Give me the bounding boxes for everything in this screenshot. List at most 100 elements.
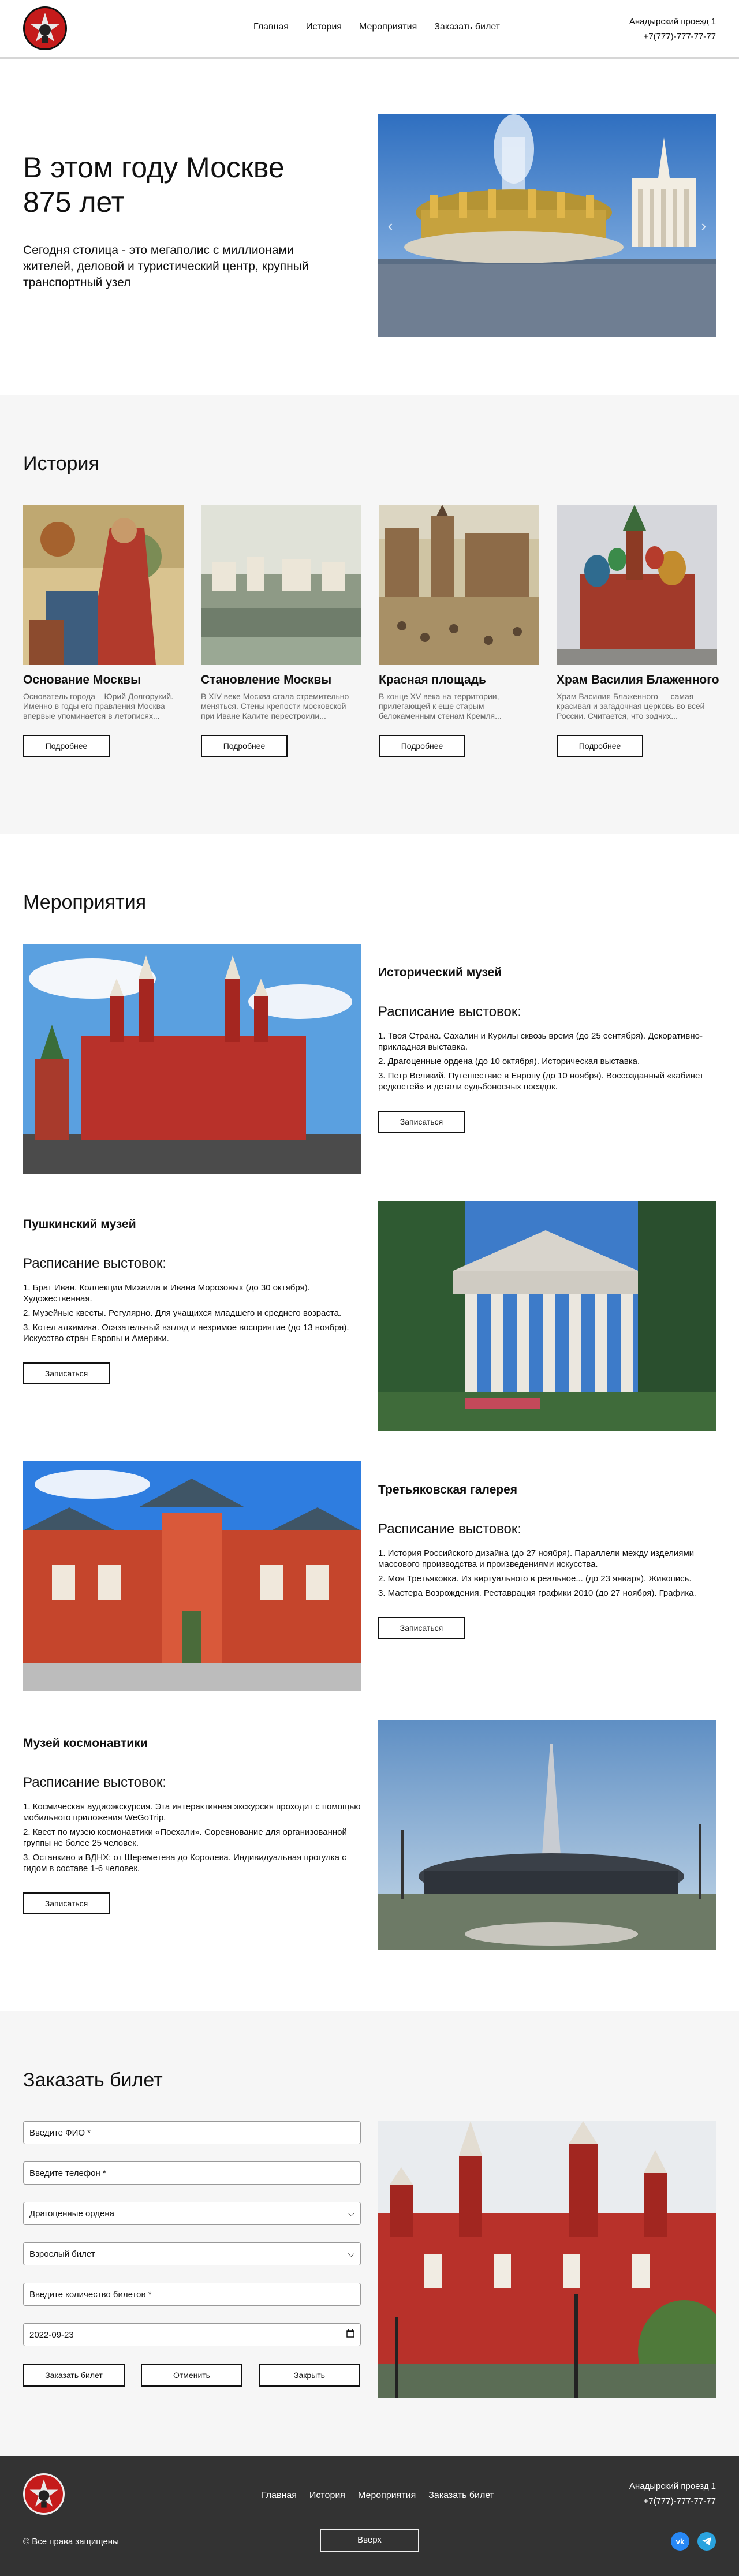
telegram-icon[interactable] — [697, 2532, 716, 2551]
slider-prev-icon[interactable]: ‹ — [383, 218, 398, 233]
history-card: Красная площадь В конце XV века на терри… — [379, 505, 539, 757]
hero-section: В этом году Москве 875 лет Сегодня столи… — [0, 59, 739, 395]
header-address: Анадырский проезд 1 — [629, 17, 716, 27]
date-input-value: 2022-09-23 — [29, 2329, 74, 2340]
footer-nav: Главная История Мероприятия Заказать бил… — [262, 2491, 494, 2501]
phone-input[interactable]: Введите телефон * — [23, 2161, 361, 2185]
ticket-type-value: Взрослый билет — [29, 2249, 95, 2259]
history-card-text: Храм Василия Блаженного — самая красивая… — [557, 692, 705, 720]
history-card-image — [379, 505, 539, 665]
event-schedule-item: 3. Котел алхимика. Осязательный взгляд и… — [23, 1323, 349, 1343]
footer-link-order[interactable]: Заказать билет — [428, 2491, 494, 2501]
scroll-up-button[interactable]: Вверх — [320, 2529, 419, 2552]
event-schedule-list: 1. Брат Иван. Коллекции Михаила и Ивана … — [23, 1282, 361, 1344]
footer-link-home[interactable]: Главная — [262, 2491, 297, 2501]
vk-icon[interactable]: vk — [671, 2532, 689, 2551]
main-nav: Главная История Мероприятия Заказать бил… — [253, 22, 500, 32]
event-schedule-item: 2. Квест по музею космонавтики «Поехали»… — [23, 1827, 347, 1848]
social-links: vk — [671, 2532, 716, 2551]
nav-link-order[interactable]: Заказать билет — [434, 22, 500, 32]
event-item: Третьяковская галерея Расписание выстово… — [23, 1461, 716, 1691]
event-select-value: Драгоценные ордена — [29, 2208, 115, 2219]
order-buttons: Заказать билет Отменить Закрыть — [23, 2364, 361, 2387]
fountain-photo — [378, 114, 716, 337]
header-phone[interactable]: +7(777)-777-77-77 — [629, 29, 716, 44]
name-input[interactable]: Введите ФИО * — [23, 2121, 361, 2144]
chevron-down-icon: ⌵ — [348, 2249, 354, 2259]
event-details: Пушкинский музей Расписание выстовок: 1.… — [23, 1218, 361, 1384]
history-card-title: Основание Москвы — [23, 673, 141, 686]
event-schedule-item: 1. История Российского дизайна (до 27 но… — [378, 1548, 695, 1569]
event-image — [23, 1461, 361, 1691]
event-image — [23, 944, 361, 1174]
site-footer: Главная История Мероприятия Заказать бил… — [0, 2456, 739, 2576]
date-input[interactable]: 2022-09-23 — [23, 2323, 361, 2346]
hero-title: В этом году Москве 875 лет — [23, 151, 285, 218]
history-card-text: В конце XV века на территории, прилегающ… — [379, 692, 502, 720]
event-schedule-title: Расписание выстовок: — [23, 1256, 167, 1271]
event-select[interactable]: Драгоценные ордена ⌵ — [23, 2202, 361, 2225]
history-card: Храм Василия Блаженного Храм Василия Бла… — [557, 505, 719, 757]
order-form: Введите ФИО * Введите телефон * Драгоцен… — [23, 2121, 361, 2387]
footer-link-events[interactable]: Мероприятия — [358, 2491, 416, 2501]
ticket-count-input[interactable]: Введите количество билетов * — [23, 2283, 361, 2306]
calendar-icon[interactable] — [346, 2329, 354, 2340]
event-signup-button[interactable]: Записаться — [23, 1892, 110, 1914]
events-section: Мероприятия Исторический музей Расписани… — [0, 834, 739, 2011]
history-card-title: Становление Москвы — [201, 673, 332, 686]
footer-logo-image[interactable] — [23, 2473, 65, 2515]
order-close-button[interactable]: Закрыть — [259, 2364, 360, 2387]
footer-contacts: Анадырский проезд 1 +7(777)-777-77-77 — [629, 2479, 716, 2509]
history-card: Становление Москвы В XIV веке Москва ста… — [201, 505, 361, 757]
slider-next-icon[interactable]: › — [696, 218, 711, 233]
event-signup-button[interactable]: Записаться — [378, 1111, 465, 1133]
event-details: Исторический музей Расписание выстовок: … — [378, 966, 716, 1133]
history-section: История Основание Москвы Основатель горо… — [0, 395, 739, 834]
hero-slider[interactable]: ‹ › — [378, 114, 716, 337]
event-signup-button[interactable]: Записаться — [23, 1362, 110, 1384]
event-name: Исторический музей — [378, 966, 502, 979]
history-card-title: Красная площадь — [379, 673, 486, 686]
history-card: Основание Москвы Основатель города – Юри… — [23, 505, 184, 757]
event-item: Музей космонавтики Расписание выстовок: … — [23, 1720, 716, 1950]
order-cancel-button[interactable]: Отменить — [141, 2364, 242, 2387]
event-schedule-item: 1. Твоя Страна. Сахалин и Курилы сквозь … — [378, 1031, 703, 1052]
header-contacts: Анадырский проезд 1 +7(777)-777-77-77 — [629, 12, 716, 44]
event-schedule-title: Расписание выстовок: — [23, 1775, 167, 1790]
footer-link-history[interactable]: История — [309, 2491, 345, 2501]
site-header: Главная История Мероприятия Заказать бил… — [0, 0, 739, 59]
nav-link-home[interactable]: Главная — [253, 22, 289, 32]
nav-link-history[interactable]: История — [306, 22, 342, 32]
order-title: Заказать билет — [23, 2069, 163, 2091]
event-name: Третьяковская галерея — [378, 1483, 518, 1496]
event-schedule-title: Расписание выстовок: — [378, 1004, 522, 1020]
order-image — [378, 2121, 716, 2398]
event-schedule-item: 3. Мастера Возрождения. Реставрация граф… — [378, 1588, 696, 1598]
event-schedule-list: 1. Космическая аудиоэкскурсия. Эта интер… — [23, 1801, 361, 1874]
event-schedule-item: 3. Петр Великий. Путешествие в Европу (д… — [378, 1071, 704, 1092]
copyright-text: © Все права защищены — [23, 2537, 119, 2547]
history-card-image — [557, 505, 717, 665]
event-schedule-list: 1. История Российского дизайна (до 27 но… — [378, 1548, 716, 1599]
history-card-more-button[interactable]: Подробнее — [23, 735, 110, 757]
event-item: Исторический музей Расписание выстовок: … — [23, 944, 716, 1174]
history-card-text: Основатель города – Юрий Долгорукий. Име… — [23, 692, 174, 720]
event-details: Третьяковская галерея Расписание выстово… — [378, 1483, 716, 1639]
event-schedule-title: Расписание выстовок: — [378, 1521, 522, 1537]
history-card-more-button[interactable]: Подробнее — [379, 735, 465, 757]
history-card-more-button[interactable]: Подробнее — [201, 735, 288, 757]
event-schedule-list: 1. Твоя Страна. Сахалин и Курилы сквозь … — [378, 1031, 716, 1092]
event-details: Музей космонавтики Расписание выстовок: … — [23, 1737, 361, 1914]
footer-phone[interactable]: +7(777)-777-77-77 — [629, 2494, 716, 2509]
logo-image[interactable] — [23, 6, 67, 50]
history-card-image — [23, 505, 184, 665]
order-submit-button[interactable]: Заказать билет — [23, 2364, 125, 2387]
event-schedule-item: 3. Останкино и ВДНХ: от Шереметева до Ко… — [23, 1853, 346, 1873]
event-signup-button[interactable]: Записаться — [378, 1617, 465, 1639]
history-title: История — [23, 453, 99, 475]
nav-link-events[interactable]: Мероприятия — [359, 22, 417, 32]
history-card-more-button[interactable]: Подробнее — [557, 735, 643, 757]
ticket-type-select[interactable]: Взрослый билет ⌵ — [23, 2242, 361, 2265]
event-schedule-item: 2. Драгоценные ордена (до 10 октября). И… — [378, 1056, 640, 1066]
history-cards: Основание Москвы Основатель города – Юри… — [23, 505, 719, 757]
